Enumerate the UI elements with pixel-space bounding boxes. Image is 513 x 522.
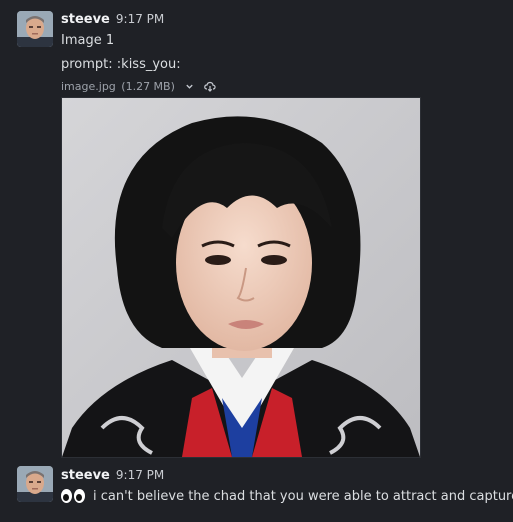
timestamp: 9:17 PM: [115, 468, 165, 482]
attachment-bar: image.jpg (1.27 MB): [61, 80, 216, 93]
attachment-filename[interactable]: image.jpg: [61, 80, 116, 93]
prompt-text: prompt: :kiss_you:: [61, 57, 181, 72]
eyes-emoji: [61, 489, 85, 503]
message-header: steeve 9:17 PM: [61, 12, 164, 27]
chevron-down-icon[interactable]: [185, 82, 194, 91]
attached-image[interactable]: [61, 97, 421, 458]
username[interactable]: steeve: [61, 468, 110, 483]
download-icon[interactable]: [204, 81, 216, 92]
message-text: Image 1: [61, 33, 115, 48]
avatar[interactable]: [17, 466, 53, 502]
timestamp: 9:17 PM: [115, 12, 165, 26]
message-body: i can't believe the chad that you were a…: [61, 489, 513, 504]
message-text: i can't believe the chad that you were a…: [93, 489, 513, 504]
chat-view: steeve 9:17 PM Image 1 prompt: :kiss_you…: [0, 0, 513, 522]
attachment-size: (1.27 MB): [121, 80, 175, 93]
avatar[interactable]: [17, 11, 53, 47]
message-header: steeve 9:17 PM: [61, 468, 164, 483]
username[interactable]: steeve: [61, 12, 110, 27]
